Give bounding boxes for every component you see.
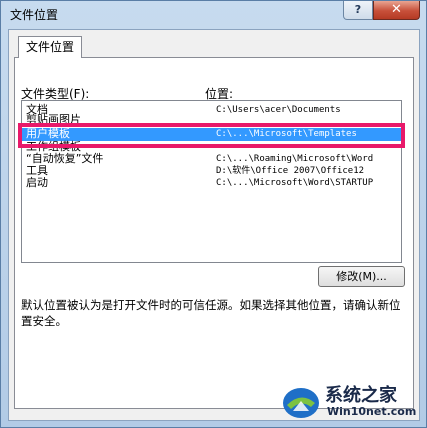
modify-button[interactable]: 修改(M)... xyxy=(318,266,405,287)
trust-note: 默认位置被认为是打开文件时的可信任源。如果选择其他位置，请确认新位置安全。 xyxy=(21,298,401,328)
watermark-url: Win10net.com xyxy=(327,405,417,418)
list-item[interactable]: 工具 D:\软件\Office 2007\Office12 xyxy=(22,165,401,177)
file-type-cell: 剪贴画图片 xyxy=(26,113,81,126)
window-title: 文件位置 xyxy=(10,8,59,22)
location-cell: C:\...\Roaming\Microsoft\Word xyxy=(216,154,374,164)
watermark-logo-icon xyxy=(283,388,319,418)
file-type-cell: 用户模板 xyxy=(26,127,70,140)
file-locations-list[interactable]: 文档 C:\Users\acer\Documents 剪贴画图片 用户模板 C:… xyxy=(21,100,402,263)
tab-file-locations[interactable]: 文件位置 xyxy=(18,36,82,58)
location-cell: D:\软件\Office 2007\Office12 xyxy=(216,166,365,176)
list-item[interactable]: “自动恢复”文件 C:\...\Roaming\Microsoft\Word xyxy=(22,153,401,165)
list-item[interactable]: 剪贴画图片 xyxy=(22,114,401,126)
help-button[interactable]: ? xyxy=(343,1,373,20)
watermark: 系统之家 Win10net.com xyxy=(281,379,426,425)
watermark-name: 系统之家 xyxy=(325,385,397,406)
file-type-cell: 启动 xyxy=(26,176,48,189)
close-button[interactable]: ✕ xyxy=(373,1,420,20)
title-bar[interactable]: 文件位置 ? ✕ xyxy=(1,1,426,27)
location-cell: C:\...\Microsoft\Word\STARTUP xyxy=(216,178,374,188)
location-cell: C:\...\Microsoft\Templates xyxy=(216,129,357,139)
file-locations-dialog: 文件位置 ? ✕ 文件位置 文件类型(F): 位置: 文档 C:\Users\a… xyxy=(0,0,427,428)
list-item[interactable]: 启动 C:\...\Microsoft\Word\STARTUP xyxy=(22,177,401,189)
